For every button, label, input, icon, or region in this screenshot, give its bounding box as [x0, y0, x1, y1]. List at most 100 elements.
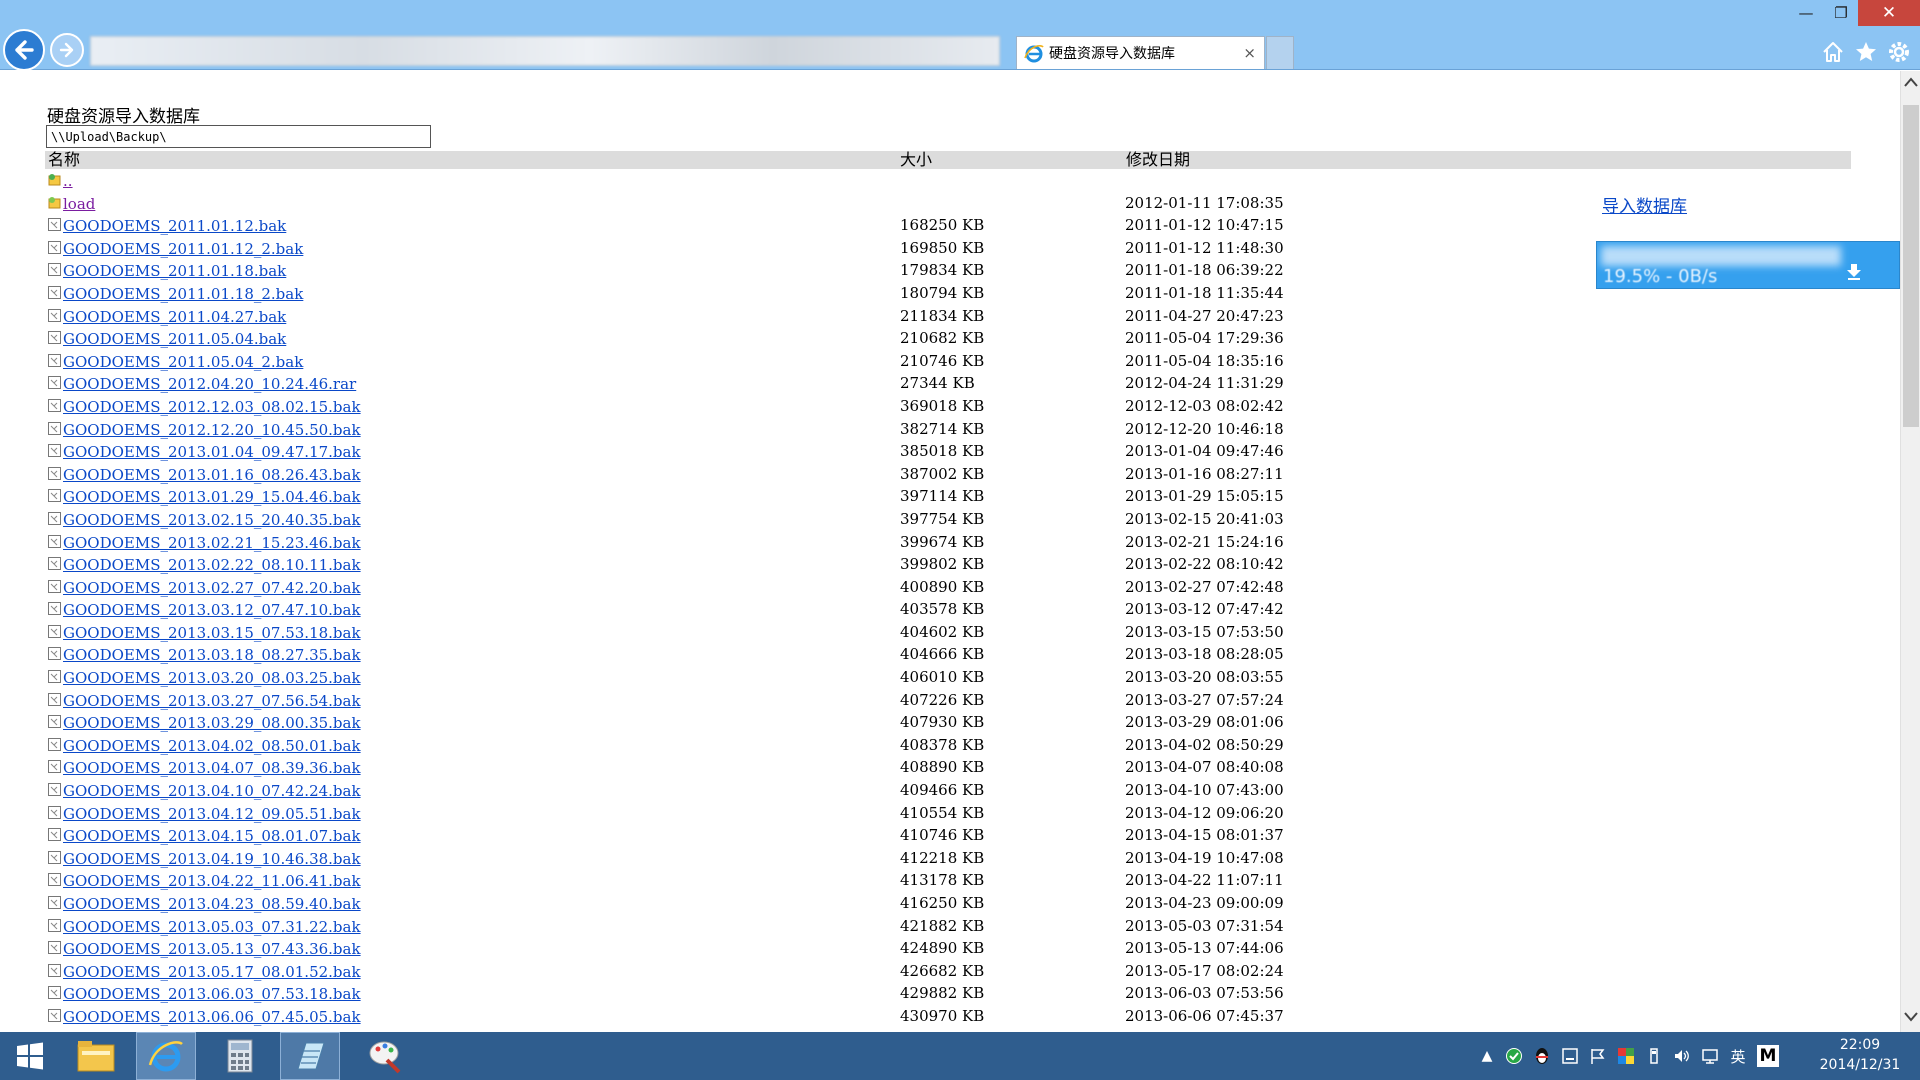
- qq-penguin-icon[interactable]: [1533, 1047, 1551, 1065]
- file-link[interactable]: GOODOEMS_2011.04.27.bak: [63, 306, 286, 329]
- file-link[interactable]: GOODOEMS_2013.03.15_07.53.18.bak: [63, 622, 361, 645]
- file-link[interactable]: GOODOEMS_2013.04.22_11.06.41.bak: [63, 870, 361, 893]
- file-link[interactable]: GOODOEMS_2012.12.03_08.02.15.bak: [63, 396, 361, 419]
- broken-image-icon: [48, 398, 61, 412]
- import-database-link[interactable]: 导入数据库: [1602, 192, 1687, 217]
- table-row: GOODOEMS_2013.03.20_08.03.25.bak 406010 K…: [45, 666, 1645, 689]
- file-size: 404602 KB: [900, 622, 985, 641]
- tab-close-icon[interactable]: ×: [1243, 44, 1256, 62]
- modified-date: 2012-12-03 08:02:42: [1125, 396, 1284, 415]
- file-size: 421882 KB: [900, 916, 985, 935]
- colorful-app-icon[interactable]: [1617, 1047, 1635, 1065]
- close-button[interactable]: ✕: [1858, 0, 1920, 26]
- file-size: 416250 KB: [900, 894, 985, 912]
- volume-speaker-icon[interactable]: [1673, 1047, 1691, 1065]
- modified-date: 2013-03-29 08:01:06: [1125, 713, 1284, 732]
- file-link[interactable]: GOODOEMS_2011.01.12_2.bak: [63, 238, 303, 261]
- keyboard-icon[interactable]: [1561, 1047, 1579, 1065]
- usb-device-icon[interactable]: [1645, 1047, 1663, 1065]
- modified-date: 2013-04-10 07:43:00: [1125, 781, 1284, 800]
- modified-date: 2013-02-22 08:10:42: [1125, 555, 1284, 574]
- scroll-down-arrow-icon[interactable]: [1901, 1012, 1920, 1026]
- show-hidden-icons-icon[interactable]: ▲: [1478, 1047, 1496, 1065]
- table-row: GOODOEMS_2013.06.06_07.45.05.bak 430970 K…: [45, 1005, 1645, 1028]
- address-bar[interactable]: [90, 36, 1000, 66]
- scrollbar-thumb[interactable]: [1903, 105, 1919, 427]
- file-link[interactable]: GOODOEMS_2013.02.15_20.40.35.bak: [63, 509, 361, 532]
- modified-date: 2013-05-13 07:44:06: [1125, 939, 1284, 958]
- download-arrow-icon[interactable]: [1845, 262, 1863, 280]
- path-input[interactable]: [46, 125, 431, 148]
- file-link[interactable]: GOODOEMS_2013.04.12_09.05.51.bak: [63, 803, 361, 826]
- file-size: 210682 KB: [900, 329, 985, 348]
- file-link[interactable]: GOODOEMS_2013.06.06_07.45.05.bak: [63, 1006, 361, 1029]
- file-link[interactable]: GOODOEMS_2011.01.12.bak: [63, 215, 286, 238]
- folder-icon: [77, 1041, 115, 1072]
- file-link[interactable]: GOODOEMS_2013.03.18_08.27.35.bak: [63, 644, 361, 667]
- file-link[interactable]: GOODOEMS_2013.05.17_08.01.52.bak: [63, 961, 361, 984]
- forward-button[interactable]: [50, 33, 84, 67]
- file-link[interactable]: GOODOEMS_2013.01.04_09.47.17.bak: [63, 441, 361, 464]
- taskbar-paint[interactable]: [356, 1032, 416, 1080]
- file-link[interactable]: GOODOEMS_2013.05.03_07.31.22.bak: [63, 916, 361, 939]
- network-icon[interactable]: [1701, 1047, 1719, 1065]
- taskbar-clock[interactable]: 22:09 2014/12/31: [1810, 1035, 1910, 1075]
- table-row: GOODOEMS_2011.01.18_2.bak 180794 KB 2011-0…: [45, 282, 1645, 305]
- file-link[interactable]: GOODOEMS_2013.06.03_07.53.18.bak: [63, 983, 361, 1006]
- file-link[interactable]: GOODOEMS_2013.02.21_15.23.46.bak: [63, 532, 361, 555]
- file-link[interactable]: GOODOEMS_2011.01.18_2.bak: [63, 283, 303, 306]
- settings-gear-icon[interactable]: [1885, 38, 1913, 66]
- file-link[interactable]: GOODOEMS_2013.04.19_10.46.38.bak: [63, 848, 361, 871]
- modified-date: 2013-03-20 08:03:55: [1125, 668, 1284, 687]
- file-link[interactable]: GOODOEMS_2013.05.13_07.43.36.bak: [63, 938, 361, 961]
- scroll-up-arrow-icon[interactable]: [1901, 77, 1920, 91]
- file-link[interactable]: GOODOEMS_2013.03.20_08.03.25.bak: [63, 667, 361, 690]
- table-row: GOODOEMS_2011.05.04_2.bak 210746 KB 2011-0…: [45, 350, 1645, 373]
- file-link[interactable]: GOODOEMS_2011.01.18.bak: [63, 260, 286, 283]
- taskbar-calculator[interactable]: [210, 1032, 270, 1080]
- modified-date: 2013-06-06 07:45:37: [1125, 1006, 1284, 1025]
- vertical-scrollbar[interactable]: [1900, 71, 1920, 1032]
- new-tab-button[interactable]: [1266, 36, 1294, 69]
- favorites-star-icon[interactable]: [1852, 38, 1880, 66]
- column-date-header: 修改日期: [1126, 150, 1191, 169]
- file-link[interactable]: GOODOEMS_2013.04.02_08.50.01.bak: [63, 735, 361, 758]
- modified-date: 2011-01-12 10:47:15: [1125, 216, 1284, 235]
- parent-directory-link[interactable]: ..: [63, 170, 73, 193]
- file-link[interactable]: GOODOEMS_2013.02.27_07.42.20.bak: [63, 577, 361, 600]
- file-link[interactable]: GOODOEMS_2011.05.04_2.bak: [63, 351, 303, 374]
- broken-image-icon: [48, 715, 61, 729]
- internet-explorer-icon: [1024, 44, 1044, 63]
- back-button[interactable]: [3, 29, 45, 71]
- file-link[interactable]: GOODOEMS_2013.04.15_08.01.07.bak: [63, 825, 361, 848]
- modified-date: 2013-03-27 07:57:24: [1125, 690, 1284, 709]
- file-link[interactable]: GOODOEMS_2013.04.10_07.42.24.bak: [63, 780, 361, 803]
- file-link[interactable]: GOODOEMS_2013.03.27_07.56.54.bak: [63, 690, 361, 713]
- taskbar-internet-explorer[interactable]: [136, 1032, 196, 1080]
- folder-link[interactable]: load: [63, 193, 95, 216]
- file-link[interactable]: GOODOEMS_2013.01.16_08.26.43.bak: [63, 464, 361, 487]
- taskbar-notepad[interactable]: [280, 1032, 340, 1080]
- modified-date: 2012-04-24 11:31:29: [1125, 374, 1284, 393]
- file-size: 210746 KB: [900, 351, 985, 370]
- ime-language-label[interactable]: 英: [1729, 1047, 1747, 1066]
- file-link[interactable]: GOODOEMS_2012.04.20_10.24.46.rar: [63, 373, 356, 396]
- file-link[interactable]: GOODOEMS_2013.04.07_08.39.36.bak: [63, 757, 361, 780]
- file-link[interactable]: GOODOEMS_2012.12.20_10.45.50.bak: [63, 419, 361, 442]
- file-link[interactable]: GOODOEMS_2013.01.29_15.04.46.bak: [63, 486, 361, 509]
- action-center-flag-icon[interactable]: [1589, 1047, 1607, 1065]
- home-icon[interactable]: [1819, 38, 1847, 66]
- tab-active[interactable]: 硬盘资源导入数据库 ×: [1016, 36, 1265, 69]
- ime-mode-icon[interactable]: M: [1757, 1045, 1779, 1067]
- file-link[interactable]: GOODOEMS_2013.03.12_07.47.10.bak: [63, 599, 361, 622]
- start-button[interactable]: [0, 1032, 60, 1080]
- taskbar-file-explorer[interactable]: [66, 1032, 126, 1080]
- file-link[interactable]: GOODOEMS_2013.04.23_08.59.40.bak: [63, 893, 361, 916]
- file-link[interactable]: GOODOEMS_2013.02.22_08.10.11.bak: [63, 554, 361, 577]
- file-link[interactable]: GOODOEMS_2011.05.04.bak: [63, 328, 286, 351]
- table-row: GOODOEMS_2013.02.21_15.23.46.bak 399674 K…: [45, 531, 1645, 554]
- download-monitor-widget[interactable]: 19.5% - 0B/s: [1596, 241, 1900, 289]
- file-size: 406010 KB: [900, 668, 985, 687]
- file-link[interactable]: GOODOEMS_2013.03.29_08.00.35.bak: [63, 712, 361, 735]
- update-green-icon[interactable]: [1505, 1047, 1523, 1065]
